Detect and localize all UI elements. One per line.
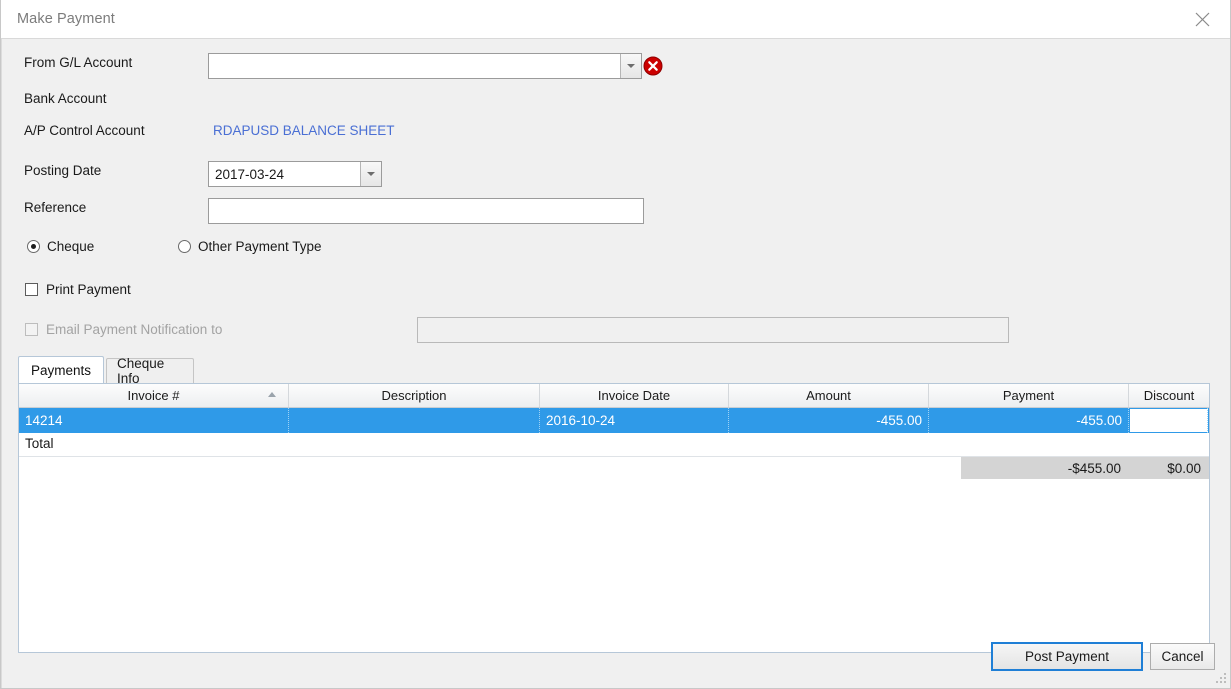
- tab-cheque-info[interactable]: Cheque Info: [106, 356, 194, 386]
- print-payment-checkbox[interactable]: Print Payment: [25, 282, 131, 297]
- table-row[interactable]: 14214 2016-10-24 -455.00 -455.00: [19, 408, 1209, 433]
- dialog-body: From G/L Account Bank Account A/P Contro…: [1, 39, 1230, 688]
- from-gl-account-label: From G/L Account: [24, 55, 133, 70]
- payment-type-other-radio[interactable]: Other Payment Type: [178, 239, 322, 254]
- from-gl-account-combobox[interactable]: [208, 53, 642, 79]
- grid-header-row: Invoice # Description Invoice Date Amoun…: [19, 384, 1209, 408]
- posting-date-value: 2017-03-24: [215, 166, 285, 182]
- post-payment-button[interactable]: Post Payment: [991, 642, 1143, 671]
- grid-header-invoice-number[interactable]: Invoice #: [19, 384, 289, 407]
- chevron-down-icon: [627, 64, 635, 68]
- payments-grid: Invoice # Description Invoice Date Amoun…: [18, 383, 1210, 653]
- bank-account-label: Bank Account: [24, 91, 107, 106]
- grid-totals-values-row: -$455.00 $0.00: [19, 457, 1209, 479]
- error-circle-icon: [643, 56, 663, 76]
- reference-input[interactable]: [208, 198, 644, 224]
- close-button[interactable]: [1180, 0, 1224, 38]
- ap-control-account-link[interactable]: RDAPUSD BALANCE SHEET: [213, 123, 395, 138]
- cell-invoice-number[interactable]: 14214: [19, 408, 289, 433]
- post-payment-label: Post Payment: [1024, 649, 1110, 664]
- posting-date-combobox[interactable]: 2017-03-24: [208, 161, 382, 187]
- resize-grip[interactable]: [1214, 671, 1228, 685]
- cell-payment[interactable]: -455.00: [929, 408, 1129, 433]
- from-gl-account-dropdown-button[interactable]: [620, 54, 641, 78]
- grid-total-label: Total: [25, 436, 54, 451]
- email-notification-checkbox: Email Payment Notification to: [25, 322, 222, 337]
- cell-discount[interactable]: [1129, 408, 1209, 433]
- grid-total-row: Total: [19, 433, 1209, 457]
- email-notification-input: [417, 317, 1009, 343]
- tab-cheque-info-label: Cheque Info: [117, 356, 165, 386]
- total-discount: $0.00: [1167, 460, 1201, 476]
- radio-selected-icon: [27, 240, 40, 253]
- email-notification-label: Email Payment Notification to: [46, 322, 223, 337]
- payment-type-other-label: Other Payment Type: [198, 239, 322, 254]
- window-title: Make Payment: [17, 11, 115, 27]
- posting-date-label: Posting Date: [24, 163, 102, 178]
- make-payment-dialog: Make Payment From G/L Account Bank Accou: [0, 0, 1231, 689]
- posting-date-dropdown-button[interactable]: [360, 162, 381, 186]
- grid-header-invoice-number-label: Invoice #: [127, 388, 180, 403]
- payment-type-cheque-radio[interactable]: Cheque: [27, 239, 94, 254]
- grid-header-payment[interactable]: Payment: [929, 384, 1129, 407]
- total-amount: [729, 457, 961, 479]
- payment-type-cheque-label: Cheque: [47, 239, 95, 254]
- grid-header-invoice-date[interactable]: Invoice Date: [540, 384, 729, 407]
- cell-invoice-date[interactable]: 2016-10-24: [540, 408, 729, 433]
- checkbox-unchecked-icon: [25, 283, 38, 296]
- tab-payments[interactable]: Payments: [18, 356, 104, 383]
- grid-header-amount-label: Amount: [806, 388, 851, 403]
- grid-header-invoice-date-label: Invoice Date: [597, 388, 671, 403]
- sort-ascending-icon: [268, 392, 276, 397]
- reference-label: Reference: [24, 200, 87, 215]
- cancel-button[interactable]: Cancel: [1150, 643, 1215, 670]
- cell-amount[interactable]: -455.00: [729, 408, 929, 433]
- grid-header-amount[interactable]: Amount: [729, 384, 929, 407]
- cancel-label: Cancel: [1161, 649, 1204, 664]
- print-payment-label: Print Payment: [46, 282, 131, 297]
- grid-header-discount[interactable]: Discount: [1129, 384, 1209, 407]
- radio-unselected-icon: [178, 240, 191, 253]
- grid-header-description-label: Description: [381, 388, 447, 403]
- total-payment: -$455.00: [1067, 460, 1121, 476]
- grid-header-payment-label: Payment: [1002, 388, 1055, 403]
- tab-payments-label: Payments: [30, 362, 92, 378]
- chevron-down-icon: [367, 172, 375, 176]
- cell-description[interactable]: [289, 408, 540, 433]
- from-gl-account-error: [643, 56, 663, 81]
- close-icon: [1195, 12, 1209, 26]
- cell-discount-value: [1130, 408, 1208, 433]
- title-bar: Make Payment: [1, 0, 1230, 39]
- grid-header-discount-label: Discount: [1143, 388, 1195, 403]
- grid-header-description[interactable]: Description: [289, 384, 540, 407]
- checkbox-unchecked-disabled-icon: [25, 323, 38, 336]
- ap-control-account-label: A/P Control Account: [24, 123, 145, 138]
